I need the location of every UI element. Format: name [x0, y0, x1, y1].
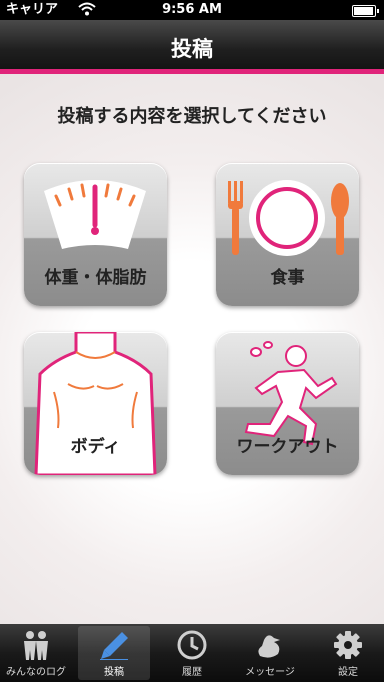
- tab-bar: みんなのログ 投稿 履歴 メッセージ 設定: [0, 624, 384, 682]
- clock-icon: [177, 630, 207, 660]
- meal-tile[interactable]: 食事: [216, 163, 359, 306]
- tab-label: 投稿: [104, 667, 124, 678]
- main-content: 投稿する内容を選択してください 体重・体脂肪 食事 ボディ ワークアウト: [0, 74, 384, 624]
- status-bar: キャリア 9:56 AM: [0, 0, 384, 20]
- page-title: 投稿: [171, 37, 213, 61]
- tab-label: みんなのログ: [6, 667, 66, 678]
- body-tile[interactable]: ボディ: [24, 332, 167, 475]
- tab-label: メッセージ: [245, 667, 295, 678]
- battery-icon: [352, 5, 379, 17]
- gear-icon: [334, 631, 362, 659]
- tile-label: 食事: [270, 268, 305, 288]
- status-time: 9:56 AM: [162, 2, 222, 17]
- weight-body-fat-tile[interactable]: 体重・体脂肪: [24, 163, 167, 306]
- tile-label: 体重・体脂肪: [44, 268, 147, 288]
- pencil-icon: [100, 632, 128, 660]
- people-icon: [24, 631, 48, 660]
- tile-label: ワークアウト: [236, 437, 339, 457]
- nav-bar: 投稿: [0, 20, 384, 74]
- tab-label: 履歴: [182, 667, 202, 678]
- tile-label: ボディ: [70, 437, 121, 457]
- tab-post[interactable]: 投稿: [78, 626, 150, 680]
- workout-tile[interactable]: ワークアウト: [216, 332, 359, 475]
- tab-messages[interactable]: メッセージ: [234, 626, 306, 680]
- tab-everyones-log[interactable]: みんなのログ: [0, 626, 72, 680]
- tab-label: 設定: [338, 667, 358, 678]
- tab-history[interactable]: 履歴: [156, 626, 228, 680]
- tab-settings[interactable]: 設定: [312, 626, 384, 680]
- bird-icon: [258, 635, 280, 658]
- prompt-text: 投稿する内容を選択してください: [57, 106, 327, 127]
